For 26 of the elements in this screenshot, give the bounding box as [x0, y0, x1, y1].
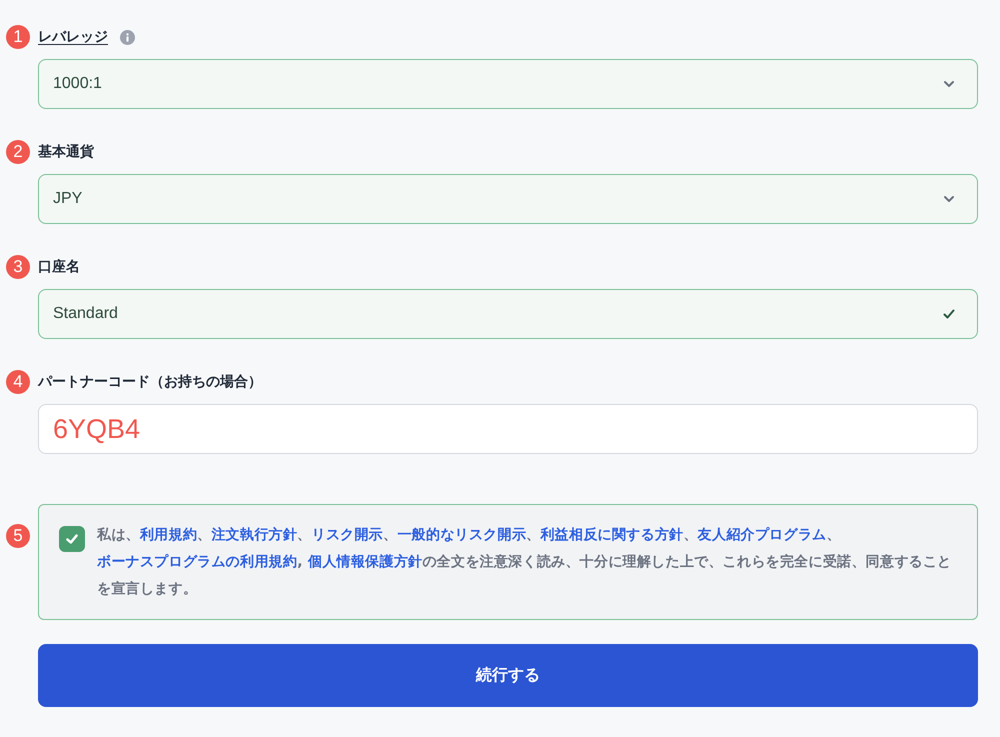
select-field[interactable]: JPY [38, 174, 978, 224]
input-field[interactable]: 6YQB4 [38, 404, 978, 454]
step-number-badge: 5 [6, 524, 30, 548]
field-label: パートナーコード（お持ちの場合） [38, 373, 262, 391]
policy-link[interactable]: リスク開示 [312, 527, 384, 543]
field-label: 基本通貨 [38, 143, 94, 161]
checkbox[interactable] [59, 526, 85, 552]
policy-link[interactable]: 一般的なリスク開示 [397, 527, 526, 543]
field-label: レバレッジ [38, 28, 108, 46]
step-number-badge: 4 [6, 370, 30, 394]
policy-link[interactable]: 利益相反に関する方針 [540, 527, 684, 543]
agreement-text: 私は、利用規約、注文執行方針、リスク開示、一般的なリスク開示、利益相反に関する方針、友人紹介プログラム、 ボーナスプログラムの利用規約, 個人情報保護方針の全文を注意深く読み、十分に理解した上で、これらを完全に受諾、同意することを宣言します。 [97, 526, 953, 599]
info-icon[interactable] [120, 30, 135, 44]
policy-link[interactable]: 友人紹介プログラム [698, 527, 826, 543]
step-number-badge: 1 [6, 25, 30, 49]
policy-link[interactable]: 注文執行方針 [211, 527, 298, 543]
policy-link[interactable]: ボーナスプログラムの利用規約 [97, 554, 298, 570]
select-field[interactable]: 1000:1 [38, 59, 978, 109]
field-label: 口座名 [38, 258, 80, 276]
continue-button[interactable]: 続行する [38, 644, 978, 707]
input-field[interactable]: Standard [38, 289, 978, 339]
policy-link[interactable]: 利用規約 [140, 527, 198, 543]
step-number-badge: 3 [6, 255, 30, 279]
policy-link[interactable]: 個人情報保護方針 [308, 554, 422, 570]
check-icon [942, 307, 956, 321]
step-number-badge: 2 [6, 140, 30, 164]
